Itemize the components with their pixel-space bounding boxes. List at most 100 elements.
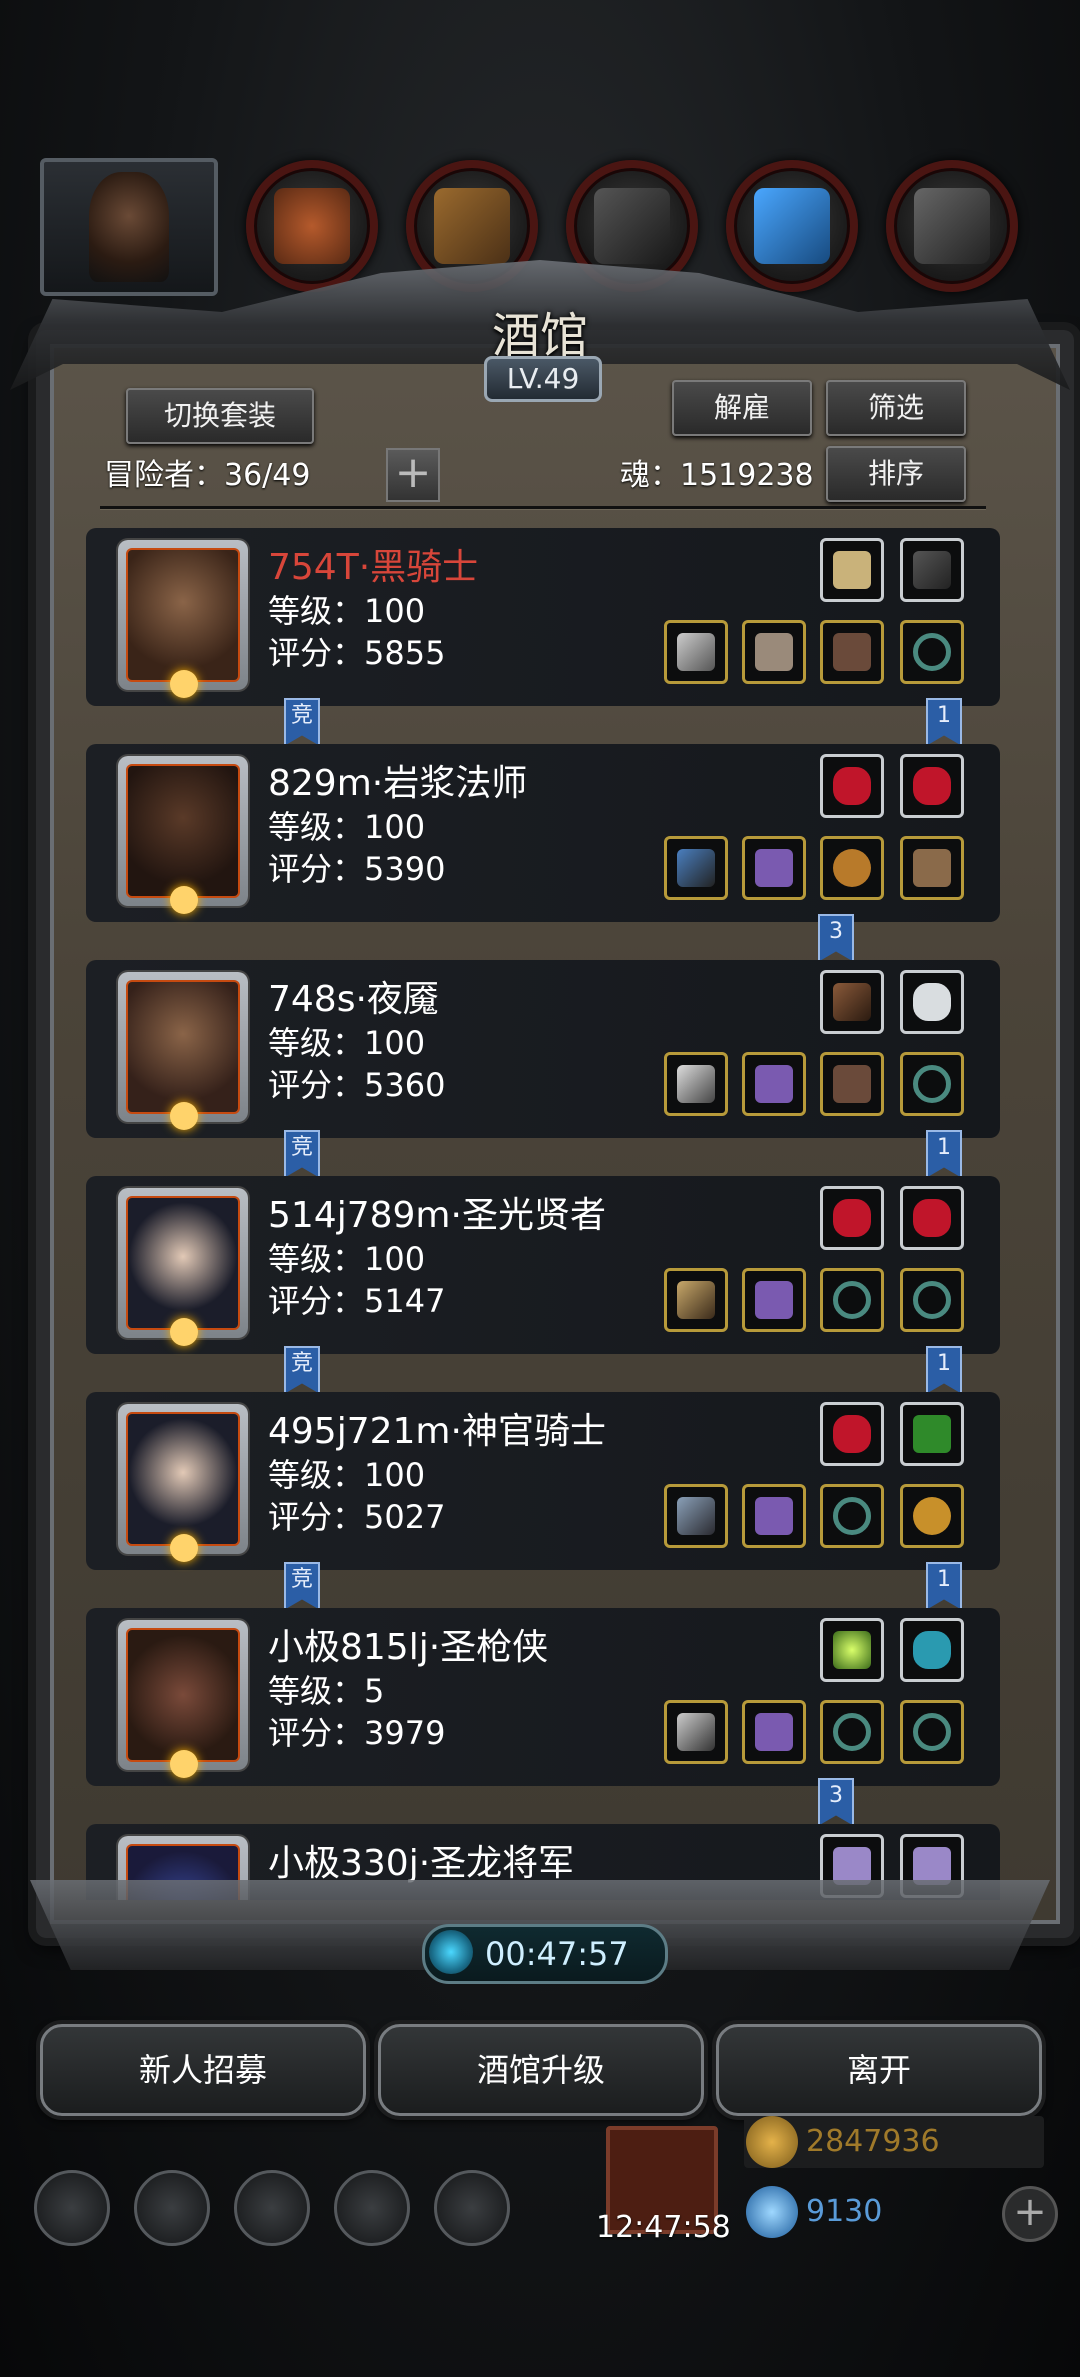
rank-flag: 1	[926, 1346, 962, 1394]
rank-flag: 1	[926, 1130, 962, 1178]
chest-icon	[594, 188, 670, 264]
blade-icon[interactable]	[664, 1052, 728, 1116]
helmet-icon	[914, 188, 990, 264]
avatar	[118, 756, 248, 914]
filter-button[interactable]: 筛选	[826, 380, 966, 436]
helmet-tab[interactable]	[886, 160, 1018, 292]
adventurer-card[interactable]: 754T·黑骑士 等级：100 评分：5855	[86, 528, 1000, 706]
adventurer-level: 等级：100	[268, 808, 426, 846]
crystal-tab[interactable]	[726, 160, 858, 292]
staff-icon[interactable]	[664, 836, 728, 900]
adventurer-count: 冒险者：36/49	[104, 458, 311, 493]
refresh-timer: 00:47:57	[422, 1924, 668, 1984]
gem-ring-icon[interactable]	[900, 1484, 964, 1548]
upgrade-tavern-button[interactable]: 酒馆升级	[378, 2024, 704, 2116]
switch-outfit-button[interactable]: 切换套装	[126, 388, 314, 444]
gem-icon	[746, 2186, 798, 2238]
sword-icon[interactable]	[664, 620, 728, 684]
adventurer-score: 评分：5027	[268, 1498, 446, 1536]
adventurer-card[interactable]: 小极815lj·圣枪侠 等级：5 评分：3979	[86, 1608, 1000, 1786]
ruby-icon[interactable]	[820, 754, 884, 818]
ring-icon[interactable]	[900, 1268, 964, 1332]
amulet-icon[interactable]	[820, 836, 884, 900]
arena-flag: 竞	[284, 1130, 320, 1178]
star-icon[interactable]	[134, 2170, 210, 2246]
add-adventurer-slot-button[interactable]: +	[386, 448, 440, 502]
moon-icon	[170, 1534, 198, 1562]
avatar	[118, 1188, 248, 1346]
avatar	[118, 1620, 248, 1778]
boots-icon	[434, 188, 510, 264]
ring-icon[interactable]	[820, 1484, 884, 1548]
pearl-icon[interactable]	[900, 970, 964, 1034]
armor-icon[interactable]	[742, 620, 806, 684]
ring-icon[interactable]	[900, 620, 964, 684]
crown-icon[interactable]	[820, 538, 884, 602]
gold-amount: 2847936	[806, 2124, 940, 2159]
crystal-icon	[754, 188, 830, 264]
spear-icon[interactable]	[664, 1700, 728, 1764]
moon-icon	[170, 1318, 198, 1346]
hero-portrait-tab[interactable]	[40, 158, 218, 296]
gloves-tab[interactable]	[246, 160, 378, 292]
adventurer-score: 评分：5390	[268, 850, 446, 888]
armor-icon[interactable]	[742, 836, 806, 900]
mace-icon[interactable]	[664, 1484, 728, 1548]
tavern-level-badge: LV.49	[484, 356, 602, 402]
ruby-icon[interactable]	[820, 1186, 884, 1250]
ring-icon[interactable]	[900, 1052, 964, 1116]
adventurer-level: 等级：100	[268, 1024, 426, 1062]
sort-button[interactable]: 排序	[826, 446, 966, 502]
armor-icon[interactable]	[742, 1052, 806, 1116]
timer-text: 00:47:57	[485, 1935, 629, 1973]
adventurer-name: 514j789m·圣光贤者	[268, 1195, 606, 1236]
boots-icon[interactable]	[820, 620, 884, 684]
adventurer-level: 等级：5	[268, 1672, 385, 1710]
avatar	[118, 972, 248, 1130]
adventurer-score: 评分：5147	[268, 1282, 446, 1320]
lantern-icon[interactable]	[820, 1618, 884, 1682]
adventurer-card[interactable]: 748s·夜魇 等级：100 评分：5360	[86, 960, 1000, 1138]
gear-icon[interactable]	[434, 2170, 510, 2246]
armor-icon[interactable]	[742, 1484, 806, 1548]
quest-icon[interactable]	[234, 2170, 310, 2246]
ring-icon[interactable]	[820, 1700, 884, 1764]
feather-icon[interactable]	[900, 538, 964, 602]
adventurer-level: 等级：100	[268, 592, 426, 630]
adventurer-name: 小极815lj·圣枪侠	[268, 1627, 549, 1668]
adventurer-card[interactable]: 829m·岩浆法师 等级：100 评分：5390	[86, 744, 1000, 922]
settings-icon[interactable]	[34, 2170, 110, 2246]
adventurer-card[interactable]: 495j721m·神官骑士 等级：100 评分：5027	[86, 1392, 1000, 1570]
soul-count: 魂：1519238	[620, 458, 814, 493]
add-currency-button[interactable]: +	[1002, 2186, 1058, 2242]
mail-icon[interactable]	[334, 2170, 410, 2246]
crossbow-icon[interactable]	[820, 970, 884, 1034]
adventurer-level: 等级：100	[268, 1240, 426, 1278]
ruby-icon[interactable]	[820, 1402, 884, 1466]
adventurer-name: 829m·岩浆法师	[268, 763, 528, 804]
adventurer-score: 评分：5360	[268, 1066, 446, 1104]
leave-button[interactable]: 离开	[716, 2024, 1042, 2116]
ring-icon[interactable]	[900, 1700, 964, 1764]
adventurer-name: 小极330j·圣龙将军	[268, 1843, 575, 1884]
avatar	[118, 540, 248, 698]
dismiss-button[interactable]: 解雇	[672, 380, 812, 436]
adventurer-card[interactable]: 514j789m·圣光贤者 等级：100 评分：5147	[86, 1176, 1000, 1354]
armor-icon[interactable]	[742, 1700, 806, 1764]
sapphire-icon[interactable]	[900, 1618, 964, 1682]
rank-flag: 1	[926, 1562, 962, 1610]
armor-icon[interactable]	[742, 1268, 806, 1332]
boots-icon[interactable]	[820, 1052, 884, 1116]
rank-flag: 3	[818, 1778, 854, 1826]
adventurer-score: 评分：3979	[268, 1714, 446, 1752]
ring-icon[interactable]	[820, 1268, 884, 1332]
rune-icon[interactable]	[900, 1402, 964, 1466]
ruby-icon[interactable]	[900, 754, 964, 818]
ruby-icon[interactable]	[900, 1186, 964, 1250]
hammer-icon[interactable]	[664, 1268, 728, 1332]
mask-icon[interactable]	[900, 836, 964, 900]
hero-face	[89, 172, 169, 282]
adventurer-name: 748s·夜魇	[268, 979, 439, 1020]
recruit-button[interactable]: 新人招募	[40, 2024, 366, 2116]
adventurer-list[interactable]: 754T·黑骑士 等级：100 评分：5855 竞 1 829m·岩浆法师 等级…	[86, 520, 1000, 1900]
